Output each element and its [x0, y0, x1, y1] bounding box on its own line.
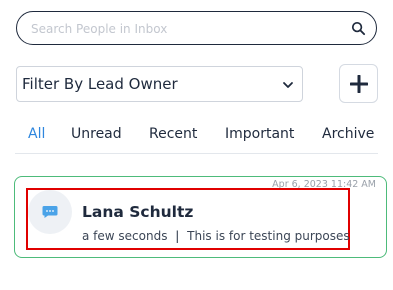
tabs-divider [15, 153, 378, 154]
conversation-preview: This is for testing purposes [187, 229, 350, 243]
lead-owner-filter[interactable]: Filter By Lead Owner [16, 66, 303, 102]
search-box[interactable] [16, 11, 377, 45]
conversation-time: a few seconds [82, 229, 168, 243]
tab-unread[interactable]: Unread [71, 126, 122, 142]
lead-owner-filter-value: Filter By Lead Owner [22, 75, 178, 93]
chat-bubble-icon [42, 206, 58, 218]
add-button[interactable] [339, 64, 378, 103]
tab-recent[interactable]: Recent [149, 126, 197, 142]
avatar [28, 190, 72, 234]
conversation-item[interactable]: Apr 6, 2023 11:42 AM Lana Schultz a few … [14, 176, 387, 258]
search-icon[interactable] [351, 21, 366, 36]
search-input[interactable] [29, 18, 343, 40]
tab-all[interactable]: All [28, 126, 45, 142]
meta-separator: | [175, 229, 180, 243]
tab-important[interactable]: Important [225, 126, 294, 142]
plus-icon [350, 75, 368, 93]
chevron-down-icon [283, 82, 293, 88]
conversation-meta: a few seconds | This is for testing purp… [82, 229, 350, 243]
tab-archive[interactable]: Archive [322, 126, 374, 142]
contact-name: Lana Schultz [82, 203, 194, 221]
